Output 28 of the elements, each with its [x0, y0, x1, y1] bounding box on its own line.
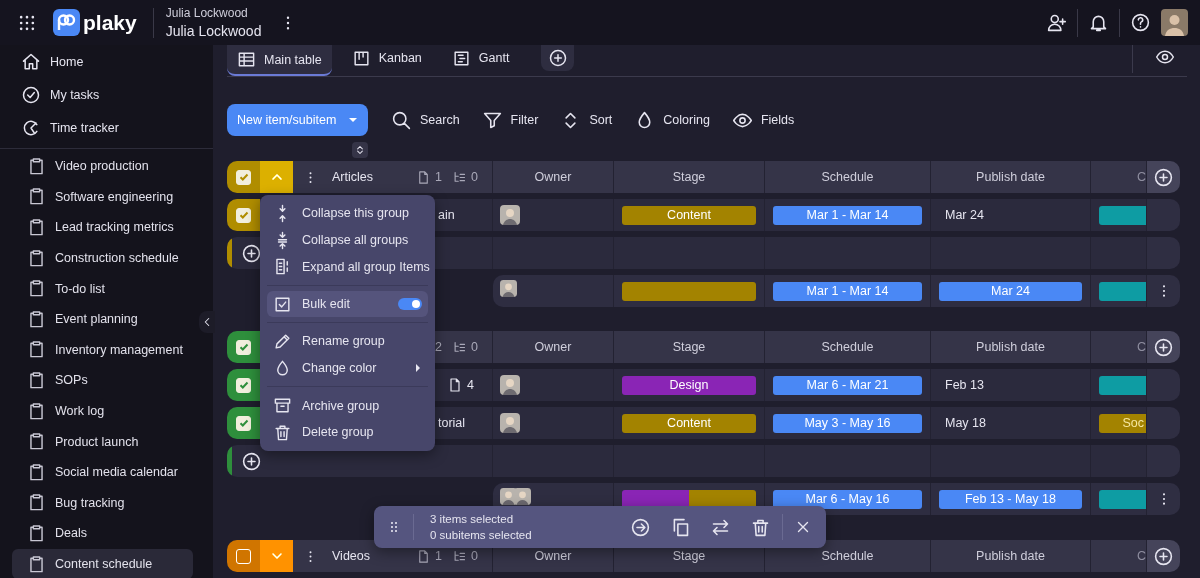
column-header: Publish date	[931, 161, 1091, 193]
update-count: 4	[467, 378, 474, 392]
item-count: 1	[435, 549, 443, 563]
schedule-range: Mar 1 - Mar 14	[773, 281, 922, 301]
app-logo-text: plaky	[83, 10, 137, 35]
column-header: Publish date	[931, 540, 1091, 572]
schedule-range: Mar 6 - May 16	[773, 489, 922, 509]
publish-range: Feb 13 - May 18	[939, 489, 1082, 509]
selection-count: 3 items selected	[430, 513, 515, 525]
column-header: Stage	[614, 161, 765, 193]
column-header: C	[1091, 161, 1147, 193]
item-count: 1	[435, 170, 443, 184]
publish-range: Mar 24	[939, 281, 1082, 301]
column-header: Publish date	[931, 331, 1091, 363]
subitem-count: 0	[471, 549, 478, 563]
item-count: 2	[435, 340, 443, 354]
column-header: C	[1091, 331, 1147, 363]
selection-count: 0 subitems selected	[430, 529, 532, 541]
column-header: Owner	[493, 161, 614, 193]
column-header: Schedule	[765, 331, 931, 363]
workspace-owner: Julia Lockwood	[165, 6, 249, 20]
column-header: Owner	[493, 331, 614, 363]
subitem-count: 0	[471, 340, 478, 354]
column-header: Schedule	[765, 540, 931, 572]
column-header: C	[1091, 540, 1147, 572]
column-header: Stage	[614, 331, 765, 363]
subitem-count: 0	[471, 170, 478, 184]
column-header: Schedule	[765, 161, 931, 193]
